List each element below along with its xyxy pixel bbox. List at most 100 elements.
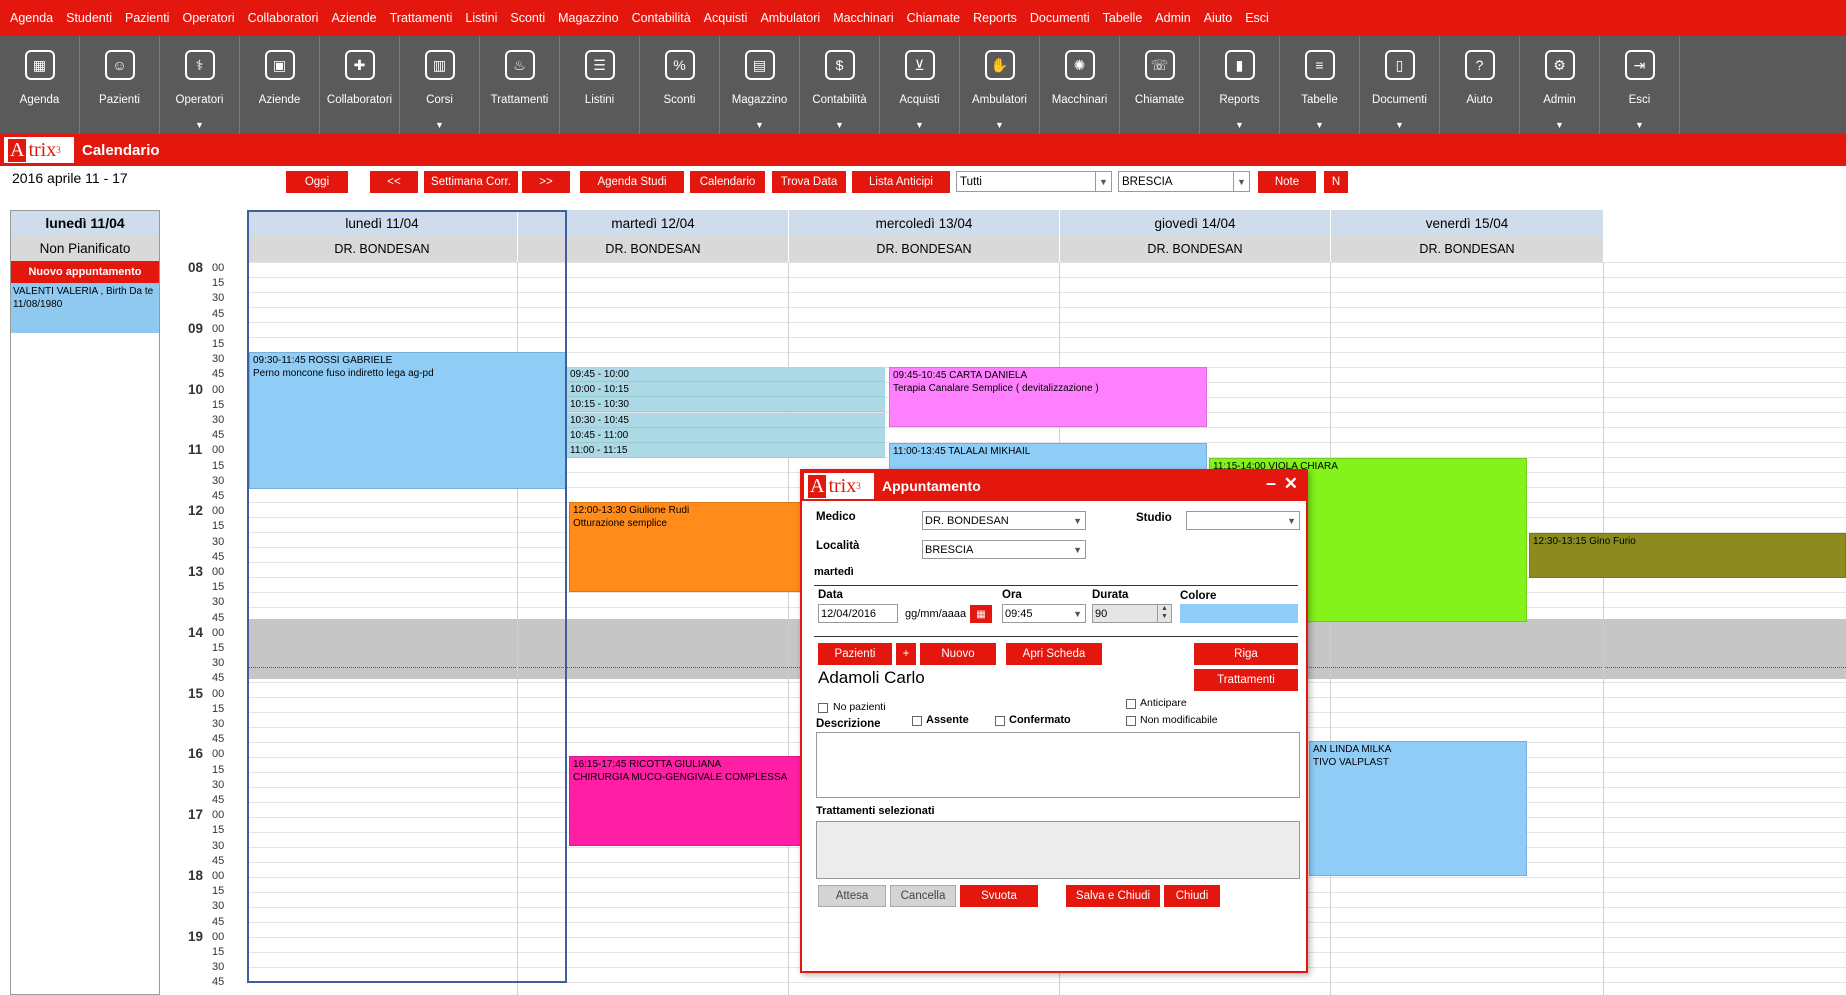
notes-button[interactable]: Note <box>1258 171 1316 193</box>
toolbar-reports-button[interactable]: ▮ Reports ▼ <box>1200 36 1280 134</box>
operator-select[interactable]: Tutti ▼ <box>956 171 1112 192</box>
menu-trattamenti[interactable]: Trattamenti <box>390 11 453 25</box>
toolbar-aiuto-button[interactable]: ? Aiuto <box>1440 36 1520 134</box>
toolbar-agenda-button[interactable]: ▦ Agenda <box>0 36 80 134</box>
unplanned-appointment[interactable]: VALENTI VALERIA , Birth Da te 11/08/1980 <box>11 283 159 333</box>
clear-button[interactable]: Svuota <box>960 885 1038 907</box>
appointment-block[interactable]: AN LINDA MILKA TIVO VALPLAST <box>1309 741 1527 876</box>
absent-checkbox[interactable] <box>912 716 922 726</box>
today-button[interactable]: Oggi <box>286 171 348 193</box>
selected-treatments-list[interactable] <box>816 821 1300 879</box>
agenda-studi-button[interactable]: Agenda Studi <box>580 171 684 193</box>
wait-button[interactable]: Attesa <box>818 885 886 907</box>
menu-operatori[interactable]: Operatori <box>182 11 234 25</box>
cancel-button[interactable]: Cancella <box>890 885 956 907</box>
menu-esci[interactable]: Esci <box>1245 11 1269 25</box>
menu-documenti[interactable]: Documenti <box>1030 11 1090 25</box>
new-appointment-button[interactable]: Nuovo appuntamento <box>11 261 159 283</box>
menu-reports[interactable]: Reports <box>973 11 1017 25</box>
toolbar-admin-button[interactable]: ⚙ Admin ▼ <box>1520 36 1600 134</box>
free-slot[interactable]: 10:30 - 10:45 <box>567 412 885 428</box>
location-select[interactable]: BRESCIA ▼ <box>1118 171 1250 192</box>
calendar-icon[interactable]: ▦ <box>970 605 992 623</box>
appointment-block[interactable]: 09:45-10:45 CARTA DANIELA Terapia Canalar… <box>889 367 1207 427</box>
menu-chiamate[interactable]: Chiamate <box>907 11 961 25</box>
free-slot[interactable]: 10:00 - 10:15 <box>567 382 885 398</box>
menu-sconti[interactable]: Sconti <box>510 11 545 25</box>
current-week-button[interactable]: Settimana Corr. <box>424 171 518 193</box>
menu-listini[interactable]: Listini <box>465 11 497 25</box>
menu-macchinari[interactable]: Macchinari <box>833 11 893 25</box>
menu-pazienti[interactable]: Pazienti <box>125 11 169 25</box>
toolbar-chiamate-button[interactable]: ☏ Chiamate <box>1120 36 1200 134</box>
toolbar-listini-button[interactable]: ☰ Listini <box>560 36 640 134</box>
save-close-button[interactable]: Salva e Chiudi <box>1066 885 1160 907</box>
toolbar-magazzino-button[interactable]: ▤ Magazzino ▼ <box>720 36 800 134</box>
menu-studenti[interactable]: Studenti <box>66 11 112 25</box>
toolbar-esci-button[interactable]: ⇥ Esci ▼ <box>1600 36 1680 134</box>
time-select[interactable]: 09:45 ▼ <box>1002 604 1086 623</box>
day-header[interactable]: lunedì 11/04 <box>247 210 518 236</box>
doctor-select[interactable]: DR. BONDESAN ▼ <box>922 511 1086 530</box>
free-slot[interactable]: 11:00 - 11:15 <box>567 443 885 458</box>
free-slot[interactable]: 10:15 - 10:30 <box>567 397 885 413</box>
toolbar-pazienti-button[interactable]: ☺ Pazienti <box>80 36 160 134</box>
day-header[interactable]: martedì 12/04 <box>518 210 789 236</box>
day-header[interactable]: giovedì 14/04 <box>1060 210 1331 236</box>
next-week-button[interactable]: >> <box>522 171 570 193</box>
appointment-block[interactable]: 09:30-11:45 ROSSI GABRIELE Perno moncone … <box>249 352 567 489</box>
toolbar-contabilita-button[interactable]: $ Contabilità ▼ <box>800 36 880 134</box>
menu-acquisti[interactable]: Acquisti <box>704 11 748 25</box>
toolbar-operatori-button[interactable]: ⚕ Operatori ▼ <box>160 36 240 134</box>
menu-tabelle[interactable]: Tabelle <box>1103 11 1143 25</box>
menu-aziende[interactable]: Aziende <box>331 11 376 25</box>
treatments-button[interactable]: Trattamenti <box>1194 669 1298 691</box>
minimize-icon[interactable]: – <box>1266 473 1276 494</box>
no-patients-checkbox[interactable] <box>818 703 828 713</box>
menu-admin[interactable]: Admin <box>1155 11 1190 25</box>
toolbar-aziende-button[interactable]: ▣ Aziende <box>240 36 320 134</box>
toolbar-tabelle-button[interactable]: ≡ Tabelle ▼ <box>1280 36 1360 134</box>
menu-magazzino[interactable]: Magazzino <box>558 11 618 25</box>
toolbar-macchinari-button[interactable]: ✺ Macchinari <box>1040 36 1120 134</box>
menu-contabilita[interactable]: Contabilità <box>632 11 691 25</box>
day-header[interactable]: mercoledì 13/04 <box>789 210 1060 236</box>
prev-week-button[interactable]: << <box>370 171 418 193</box>
close-icon[interactable]: ✕ <box>1284 474 1298 494</box>
toolbar-documenti-button[interactable]: ▯ Documenti ▼ <box>1360 36 1440 134</box>
calendar-button[interactable]: Calendario <box>690 171 765 193</box>
row-button[interactable]: Riga <box>1194 643 1298 665</box>
n-button[interactable]: N <box>1324 171 1348 193</box>
spinner-icon[interactable]: ▲ ▼ <box>1157 605 1171 622</box>
date-input[interactable]: 12/04/2016 <box>818 604 898 623</box>
open-record-button[interactable]: Apri Scheda <box>1006 643 1102 665</box>
menu-collaboratori[interactable]: Collaboratori <box>248 11 319 25</box>
menu-ambulatori[interactable]: Ambulatori <box>760 11 820 25</box>
location-field[interactable]: BRESCIA ▼ <box>922 540 1086 559</box>
advance-checkbox[interactable] <box>1126 699 1136 709</box>
add-patient-button[interactable]: + <box>896 643 916 665</box>
day-header[interactable]: venerdì 15/04 <box>1331 210 1604 236</box>
toolbar-acquisti-button[interactable]: ⊻ Acquisti ▼ <box>880 36 960 134</box>
toolbar-sconti-button[interactable]: % Sconti <box>640 36 720 134</box>
appointment-block[interactable]: 12:30-13:15 Gino Furio <box>1529 533 1846 578</box>
close-button[interactable]: Chiudi <box>1164 885 1220 907</box>
duration-stepper[interactable]: 90 ▲ ▼ <box>1092 604 1172 623</box>
toolbar-collaboratori-button[interactable]: ✚ Collaboratori <box>320 36 400 134</box>
free-slot[interactable]: 09:45 - 10:00 <box>567 367 885 382</box>
toolbar-ambulatori-button[interactable]: ✋ Ambulatori ▼ <box>960 36 1040 134</box>
menu-aiuto[interactable]: Aiuto <box>1204 11 1233 25</box>
description-textarea[interactable] <box>816 732 1300 798</box>
non-editable-checkbox[interactable] <box>1126 716 1136 726</box>
advance-list-button[interactable]: Lista Anticipi <box>852 171 950 193</box>
find-date-button[interactable]: Trova Data <box>772 171 846 193</box>
color-swatch[interactable] <box>1180 604 1298 623</box>
free-slot[interactable]: 10:45 - 11:00 <box>567 427 885 443</box>
toolbar-trattamenti-button[interactable]: ♨ Trattamenti <box>480 36 560 134</box>
studio-select[interactable]: ▼ <box>1186 511 1300 530</box>
new-patient-button[interactable]: Nuovo <box>920 643 996 665</box>
toolbar-corsi-button[interactable]: ▥ Corsi ▼ <box>400 36 480 134</box>
patients-button[interactable]: Pazienti <box>818 643 892 665</box>
menu-agenda[interactable]: Agenda <box>10 11 53 25</box>
confirmed-checkbox[interactable] <box>995 716 1005 726</box>
